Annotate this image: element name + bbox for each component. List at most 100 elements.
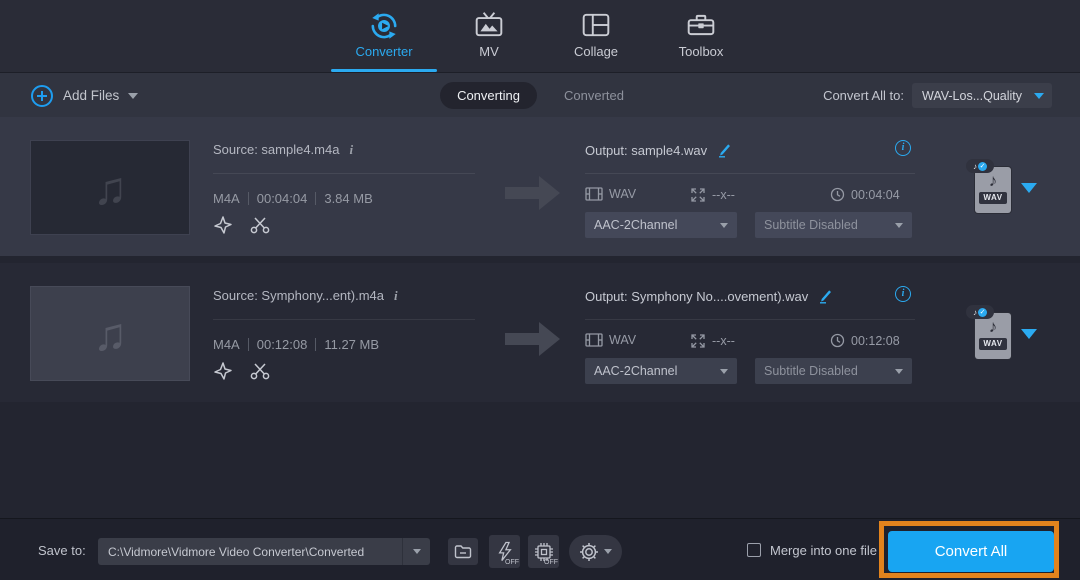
add-files-label: Add Files [63, 88, 119, 103]
save-path-dropdown[interactable]: C:\Vidmore\Vidmore Video Converter\Conve… [98, 538, 430, 565]
tab-converter[interactable]: Converter [331, 6, 437, 72]
settings-button[interactable] [569, 535, 622, 568]
music-note-icon: ♪ [989, 172, 998, 189]
output-info-icon[interactable]: i [895, 286, 911, 302]
music-note-icon: ♫ [93, 161, 128, 215]
format-caret-icon[interactable] [1021, 183, 1037, 193]
separator [315, 192, 316, 205]
output-format-file-icon[interactable]: ♪ WAV [975, 313, 1011, 359]
cut-icon[interactable] [249, 362, 271, 385]
source-filename: Source: sample4.m4a [213, 142, 339, 157]
output-format-file-icon[interactable]: ♪ WAV [975, 167, 1011, 213]
dropdown-caret-icon [413, 549, 421, 554]
row-divider [213, 319, 475, 320]
audio-check-badge: ♪ ✓ [966, 305, 994, 319]
tab-collage[interactable]: Collage [543, 6, 649, 72]
merge-checkbox[interactable] [747, 543, 761, 557]
output-filename: Output: sample4.wav [585, 143, 707, 158]
tab-converted[interactable]: Converted [564, 88, 624, 103]
rename-pencil-icon[interactable] [818, 288, 834, 304]
gpu-acceleration-button[interactable]: OFF [528, 535, 559, 568]
file-type-badge: WAV [979, 338, 1006, 350]
merge-label: Merge into one file [770, 543, 877, 558]
subtitle-value: Subtitle Disabled [764, 218, 895, 232]
tab-label: MV [436, 44, 542, 59]
music-note-icon: ♪ [989, 318, 998, 335]
resolution-expand-icon [690, 333, 706, 349]
audio-settings-value: AAC-2Channel [594, 218, 720, 232]
source-filename: Source: Symphony...ent).m4a [213, 288, 384, 303]
tv-icon [436, 6, 542, 42]
source-info-icon[interactable]: i [394, 288, 398, 304]
tab-converting[interactable]: Converting [440, 82, 537, 109]
off-label: OFF [505, 559, 519, 566]
top-navigation: Converter MV Collage [0, 0, 1080, 72]
output-format-value: WAV [609, 187, 636, 201]
filesize-value: 11.27 MB [324, 337, 379, 352]
hardware-acceleration-button[interactable]: OFF [489, 535, 520, 568]
audio-settings-dropdown[interactable]: AAC-2Channel [585, 212, 737, 238]
add-files-button[interactable]: Add Files [30, 82, 138, 109]
output-format-value: WAV [609, 333, 636, 347]
audio-thumbnail: ♫ [30, 286, 190, 381]
separator [315, 338, 316, 351]
dropdown-caret-icon [895, 223, 903, 228]
settings-caret-icon [604, 549, 612, 554]
converter-icon [331, 6, 437, 42]
resolution-expand-icon [690, 187, 706, 203]
convert-arrow-icon [505, 322, 561, 356]
converting-label: Converting [457, 88, 520, 103]
tab-label: Toolbox [648, 44, 754, 59]
duration-value: 00:12:08 [257, 337, 308, 352]
add-files-caret-icon [128, 93, 138, 99]
check-icon: ✓ [978, 162, 987, 171]
cut-icon[interactable] [249, 216, 271, 239]
subtitle-dropdown[interactable]: Subtitle Disabled [755, 358, 912, 384]
film-icon [585, 187, 603, 201]
subtitle-value: Subtitle Disabled [764, 364, 895, 378]
tab-toolbox[interactable]: Toolbox [648, 6, 754, 72]
duration-value: 00:04:04 [257, 191, 308, 206]
collage-icon [543, 6, 649, 42]
save-to-label: Save to: [38, 543, 86, 558]
rename-pencil-icon[interactable] [717, 142, 733, 158]
dropdown-caret-icon [720, 223, 728, 228]
format-value: M4A [213, 337, 240, 352]
audio-settings-dropdown[interactable]: AAC-2Channel [585, 358, 737, 384]
check-icon: ✓ [978, 308, 987, 317]
save-path-value: C:\Vidmore\Vidmore Video Converter\Conve… [98, 545, 402, 559]
music-note-icon: ♫ [93, 307, 128, 361]
music-note-icon: ♪ [973, 308, 977, 317]
row-divider [585, 173, 915, 174]
open-folder-button[interactable] [448, 538, 478, 565]
edit-effects-icon[interactable] [213, 361, 233, 386]
filesize-value: 3.84 MB [324, 191, 372, 206]
resolution-value: --x-- [712, 188, 735, 202]
plus-circle-icon [30, 84, 54, 108]
tab-label: Converter [331, 44, 437, 59]
tab-mv[interactable]: MV [436, 6, 542, 72]
clock-icon [830, 187, 845, 202]
output-info-icon[interactable]: i [895, 140, 911, 156]
output-duration-value: 00:04:04 [851, 188, 900, 202]
footer-bar: Save to: C:\Vidmore\Vidmore Video Conver… [0, 518, 1080, 580]
toolbox-icon [648, 6, 754, 42]
output-duration-value: 00:12:08 [851, 334, 900, 348]
path-caret-zone[interactable] [402, 538, 430, 565]
convert-all-button[interactable]: Convert All [888, 531, 1054, 572]
file-row: ♫ Source: Symphony...ent).m4a i M4A 00:1… [0, 263, 1080, 402]
output-profile-dropdown[interactable]: WAV-Los...Quality [912, 83, 1052, 108]
row-divider [585, 319, 915, 320]
audio-thumbnail: ♫ [30, 140, 190, 235]
file-row: ♫ Source: sample4.m4a i M4A 00:04:04 3.8… [0, 117, 1080, 256]
film-icon [585, 333, 603, 347]
subtitle-dropdown[interactable]: Subtitle Disabled [755, 212, 912, 238]
audio-settings-value: AAC-2Channel [594, 364, 720, 378]
source-info-icon[interactable]: i [349, 142, 353, 158]
off-label: OFF [544, 559, 558, 566]
audio-check-badge: ♪ ✓ [966, 159, 994, 173]
format-caret-icon[interactable] [1021, 329, 1037, 339]
file-type-badge: WAV [979, 192, 1006, 204]
music-note-icon: ♪ [973, 162, 977, 171]
edit-effects-icon[interactable] [213, 215, 233, 240]
